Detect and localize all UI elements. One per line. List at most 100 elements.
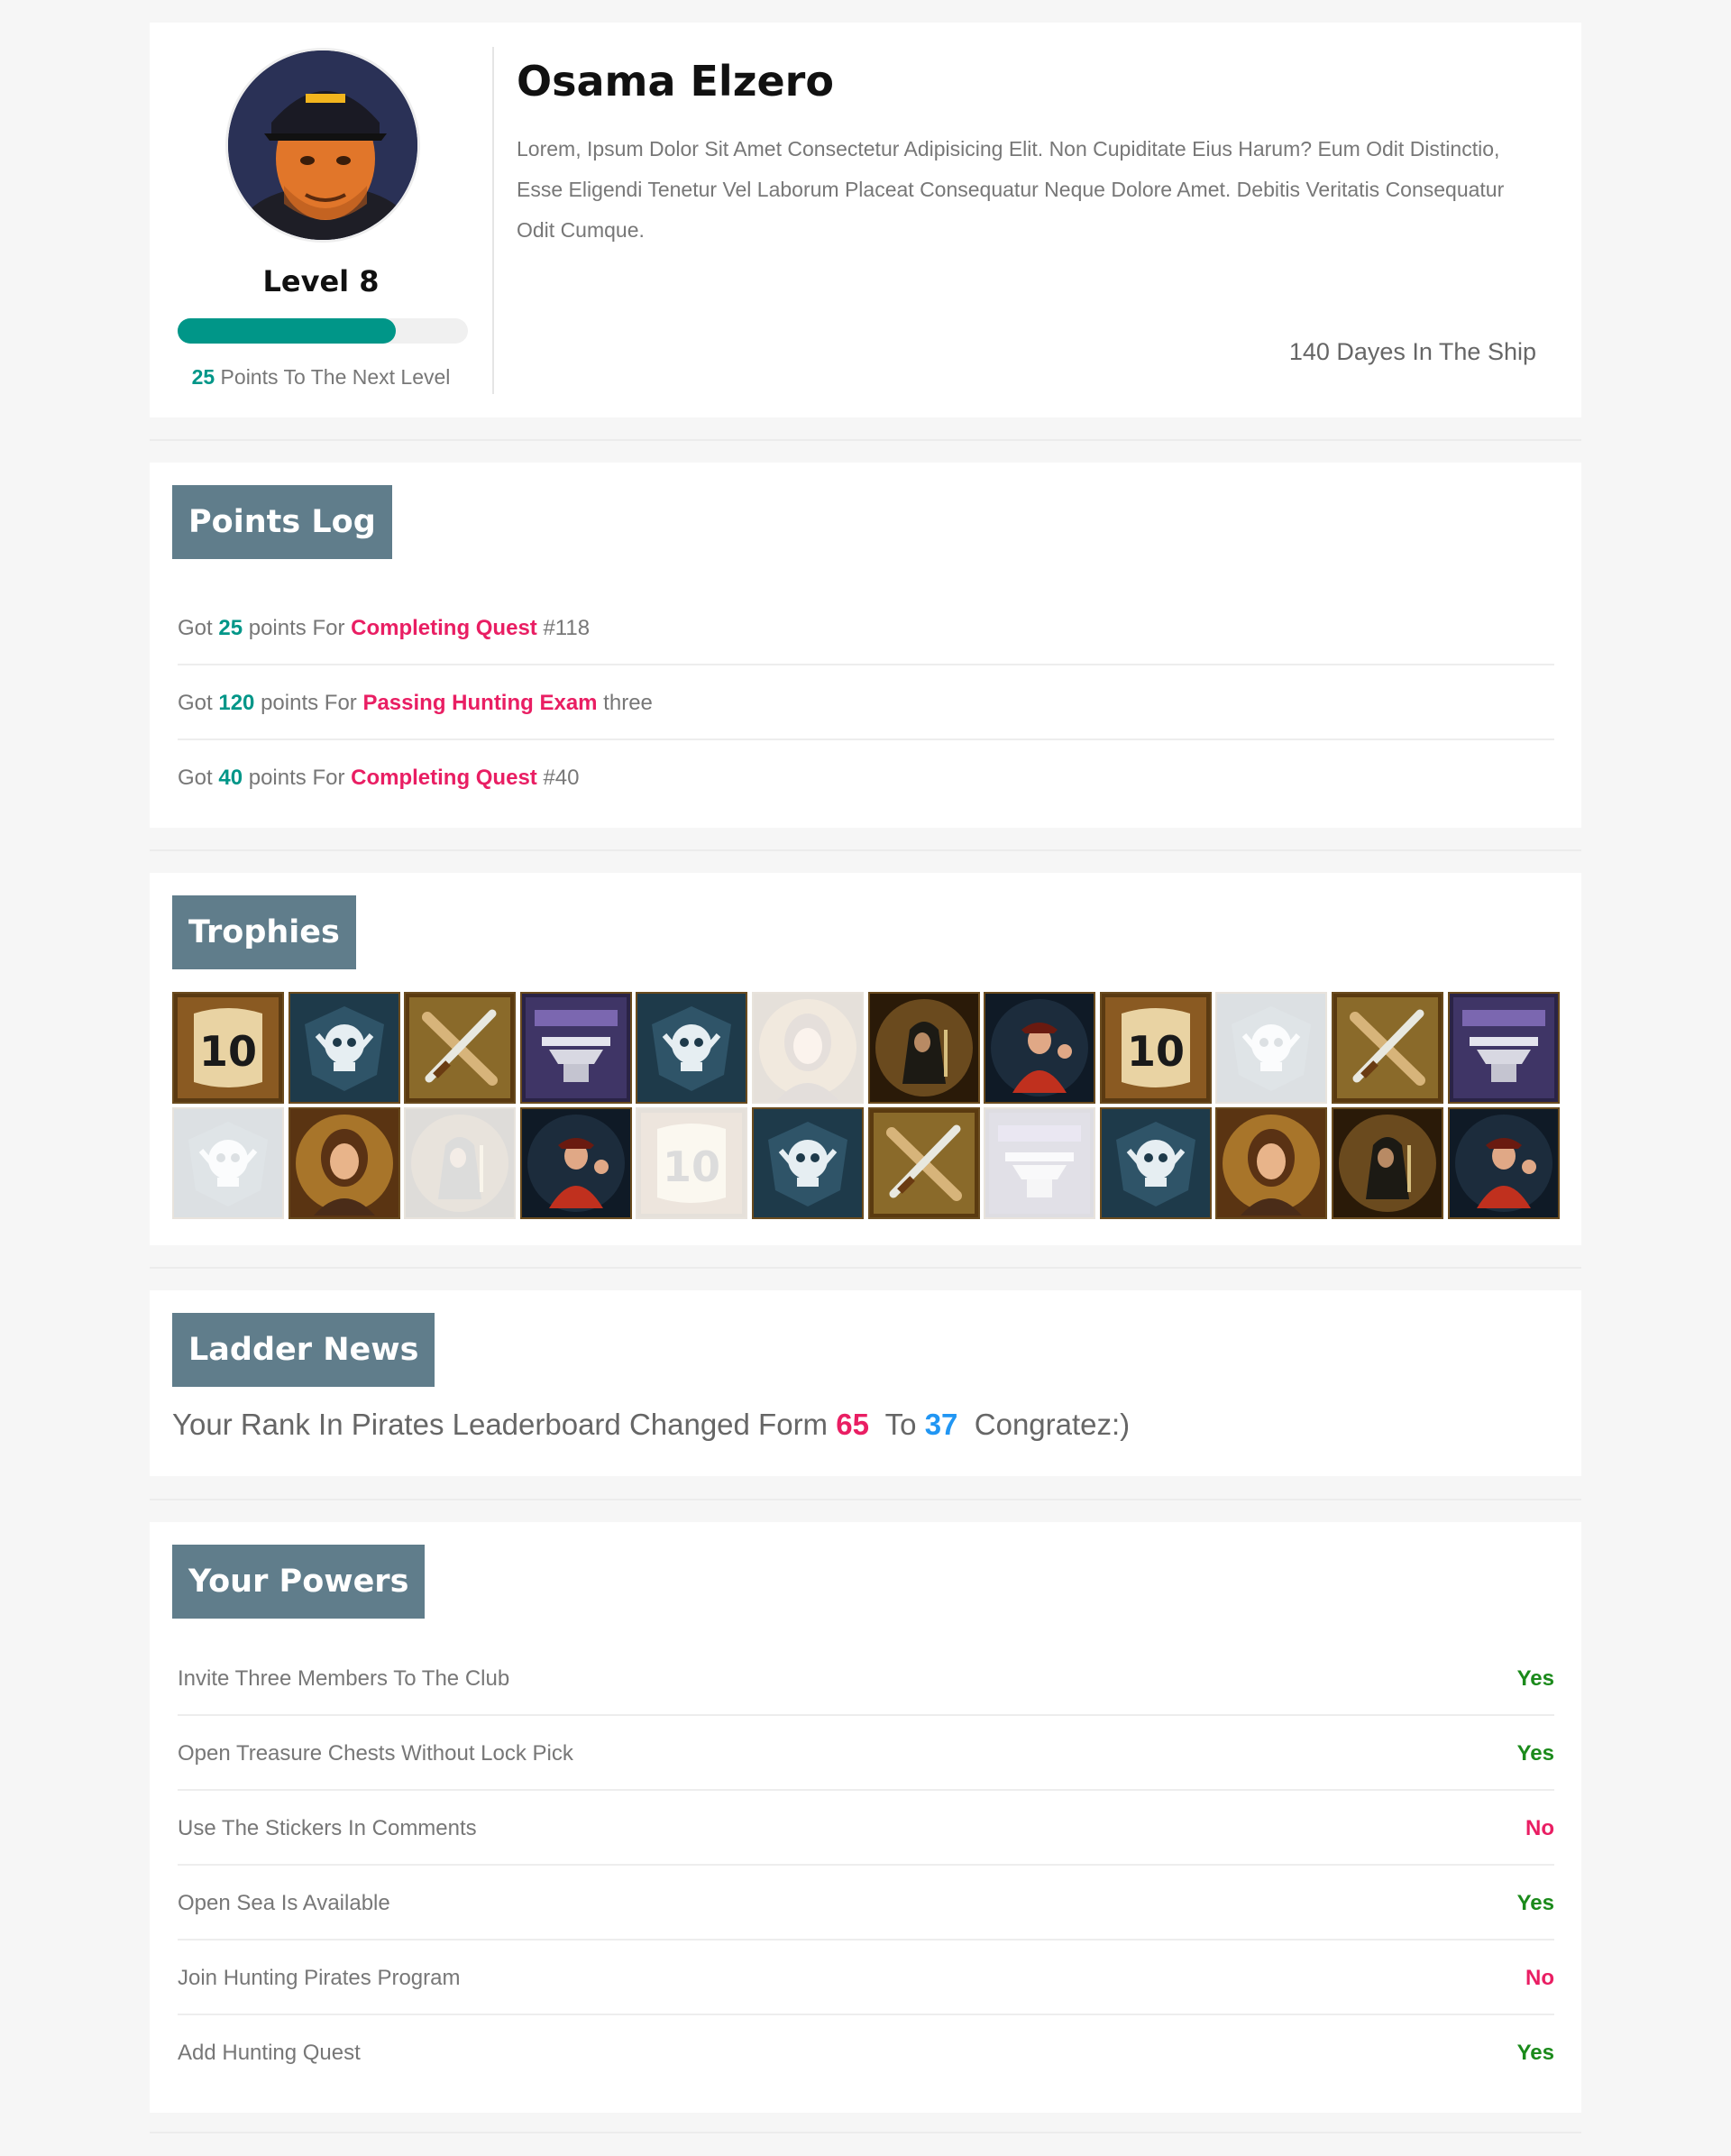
trophy-badge[interactable] [288,1107,400,1219]
scroll-10-icon: 10 [1101,994,1210,1102]
log-action[interactable]: Completing Quest [351,616,537,640]
trophy-badge[interactable]: 10 [1099,992,1212,1104]
swords-anvil-icon [985,1109,1094,1217]
next-level-caption: Points To The Next Level [215,365,451,389]
svg-text:10: 10 [663,1142,720,1191]
section-divider [150,1499,1581,1500]
power-row: Add Hunting Quest Yes [178,2015,1554,2090]
log-action[interactable]: Passing Hunting Exam [362,691,597,715]
points-log-card: Points Log Got 25 points For Completing … [150,463,1581,828]
trophy-badge[interactable] [636,992,748,1104]
level-label: Level 8 [262,264,380,298]
trophy-badge[interactable] [172,1107,284,1219]
profile-card: Level 8 25 Points To The Next Level Osam… [150,23,1581,417]
hooded-pirate-icon [1333,1109,1442,1217]
profile-divider [492,47,494,394]
power-row: Join Hunting Pirates Program No [178,1940,1554,2015]
skull-shield-icon [1101,1109,1210,1217]
power-status: Yes [1516,1891,1554,1915]
scroll-10-icon: 10 [174,994,282,1102]
power-row: Open Treasure Chests Without Lock Pick Ye… [178,1716,1554,1791]
power-row: Use The Stickers In Comments No [178,1791,1554,1866]
ladder-news-text: Your Rank In Pirates Leaderboard Changed… [172,1408,1130,1442]
pirate-woman-icon [754,994,862,1102]
trophy-badge[interactable] [1447,1107,1560,1219]
red-pirate-icon [521,1109,630,1217]
trophy-badge[interactable] [404,1107,517,1219]
log-post: #118 [536,616,591,640]
days-in-ship: 140 Dayes In The Ship [1288,338,1536,365]
skull-shield-icon [637,994,746,1102]
trophies-title: Trophies [172,895,356,969]
trophy-badge[interactable] [1332,1107,1443,1219]
log-mid: points For [243,766,352,790]
trophy-badge[interactable]: 10 [636,1107,748,1219]
log-mid: points For [243,616,352,640]
trophies-grid: 10 10 10 [172,992,1562,1219]
log-pre: Got [178,691,219,715]
skull-shield-icon [1217,994,1326,1102]
section-divider [150,2132,1581,2133]
trophy-badge[interactable] [519,992,632,1104]
log-mid: points For [254,691,363,715]
trophy-badge[interactable] [984,1107,1096,1219]
trophy-badge[interactable] [752,992,864,1104]
hooded-pirate-icon [869,994,978,1102]
ladder-news-card: Ladder News Your Rank In Pirates Leaderb… [150,1290,1581,1476]
rank-to: 37 [924,1408,958,1441]
log-pre: Got [178,616,219,640]
red-pirate-icon [985,994,1094,1102]
power-label: Open Treasure Chests Without Lock Pick [178,1741,573,1766]
swords-anvil-icon [1449,994,1558,1102]
trophy-badge[interactable] [1332,992,1443,1104]
ladder-news-title: Ladder News [172,1313,435,1387]
log-points: 25 [218,616,243,640]
trophy-badge[interactable] [1447,992,1560,1104]
hooded-pirate-icon [406,1109,515,1217]
powers-title: Your Powers [172,1545,426,1619]
power-status: Yes [1516,2041,1554,2065]
trophy-badge[interactable] [752,1107,864,1219]
skull-shield-icon [289,994,398,1102]
power-status: No [1525,1966,1554,1990]
log-post: #40 [536,766,580,790]
pirate-woman-icon [1217,1109,1326,1217]
crossed-weapons-icon [869,1109,978,1217]
trophy-badge[interactable]: 10 [172,992,284,1104]
level-progress-bar [178,318,468,344]
section-divider [150,439,1581,441]
power-label: Open Sea Is Available [178,1891,390,1915]
points-log-row: Got 120 points For Passing Hunting Exam … [178,665,1554,740]
trophy-badge[interactable] [984,992,1096,1104]
news-mid: To [868,1408,925,1441]
swords-anvil-icon [521,994,630,1102]
log-action[interactable]: Completing Quest [351,766,537,790]
level-progress-fill [178,318,396,344]
trophy-badge[interactable] [288,992,400,1104]
trophy-badge[interactable] [1215,992,1328,1104]
trophy-badge[interactable] [867,992,980,1104]
power-status: Yes [1516,1741,1554,1766]
crossed-weapons-icon [1333,994,1442,1102]
log-post: three [597,691,653,715]
power-label: Invite Three Members To The Club [178,1666,510,1691]
pirate-woman-icon [289,1109,398,1217]
trophy-badge[interactable] [1215,1107,1328,1219]
trophy-badge[interactable] [519,1107,632,1219]
log-pre: Got [178,766,219,790]
trophy-badge[interactable] [867,1107,980,1219]
power-row: Invite Three Members To The Club Yes [178,1641,1554,1716]
avatar[interactable] [225,48,420,243]
trophy-badge[interactable] [1099,1107,1212,1219]
skull-shield-icon [754,1109,862,1217]
power-row: Open Sea Is Available Yes [178,1866,1554,1940]
skull-shield-icon [174,1109,282,1217]
svg-text:10: 10 [199,1027,257,1076]
trophies-card: Trophies 10 10 10 [150,873,1581,1245]
log-points: 40 [218,766,243,790]
scroll-10-icon: 10 [637,1109,746,1217]
power-status: Yes [1516,1666,1554,1691]
points-log-row: Got 25 points For Completing Quest #118 [178,591,1554,665]
news-pre: Your Rank In Pirates Leaderboard Changed… [172,1408,837,1441]
trophy-badge[interactable] [404,992,517,1104]
